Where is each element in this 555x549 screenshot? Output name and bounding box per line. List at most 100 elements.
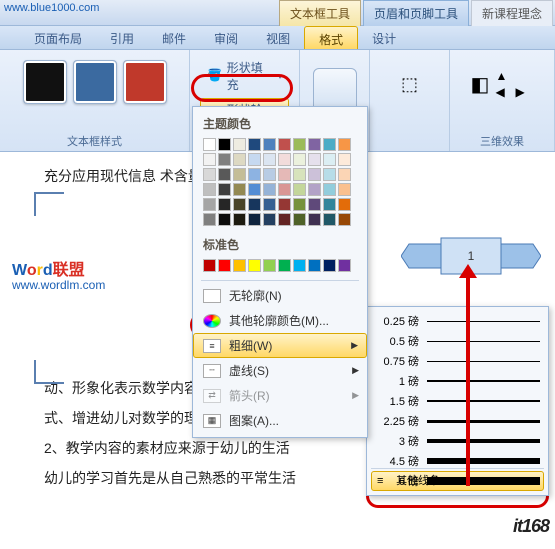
- color-swatch[interactable]: [248, 168, 261, 181]
- color-swatch[interactable]: [323, 153, 336, 166]
- color-swatch[interactable]: [203, 213, 216, 226]
- color-swatch[interactable]: [263, 138, 276, 151]
- weight-option[interactable]: 0.25 磅: [371, 311, 544, 331]
- color-swatch[interactable]: [263, 259, 276, 272]
- menu-no-outline[interactable]: 无轮廓(N): [193, 283, 367, 308]
- color-swatch[interactable]: [218, 183, 231, 196]
- color-swatch[interactable]: [338, 168, 351, 181]
- color-swatch[interactable]: [248, 183, 261, 196]
- color-swatch[interactable]: [293, 138, 306, 151]
- color-swatch[interactable]: [263, 183, 276, 196]
- color-swatch[interactable]: [233, 213, 246, 226]
- color-swatch[interactable]: [233, 168, 246, 181]
- ctx-tab-course[interactable]: 新课程理念: [471, 0, 553, 26]
- color-swatch[interactable]: [323, 168, 336, 181]
- color-swatch[interactable]: [248, 213, 261, 226]
- color-swatch[interactable]: [218, 259, 231, 272]
- menu-pattern[interactable]: ▦图案(A)...: [193, 408, 367, 433]
- color-swatch[interactable]: [278, 198, 291, 211]
- tab-references[interactable]: 引用: [96, 26, 148, 49]
- color-swatch[interactable]: [278, 153, 291, 166]
- color-swatch[interactable]: [338, 138, 351, 151]
- tab-view[interactable]: 视图: [252, 26, 304, 49]
- color-swatch[interactable]: [203, 259, 216, 272]
- tab-review[interactable]: 审阅: [200, 26, 252, 49]
- color-swatch[interactable]: [263, 168, 276, 181]
- color-swatch[interactable]: [293, 168, 306, 181]
- ctx-tab-textbox-tools[interactable]: 文本框工具: [279, 0, 361, 26]
- menu-dashes[interactable]: ┄虚线(S)▶: [193, 358, 367, 383]
- color-swatch[interactable]: [293, 259, 306, 272]
- menu-weight[interactable]: ≡粗细(W)▶: [193, 333, 367, 358]
- weight-option[interactable]: 2.25 磅: [371, 411, 544, 431]
- menu-more-outline-colors[interactable]: 其他轮廓颜色(M)...: [193, 308, 367, 333]
- color-swatch[interactable]: [338, 153, 351, 166]
- color-swatch[interactable]: [323, 198, 336, 211]
- textbox-handle[interactable]: [34, 192, 64, 216]
- color-swatch[interactable]: [278, 183, 291, 196]
- color-swatch[interactable]: [203, 138, 216, 151]
- color-swatch[interactable]: [278, 168, 291, 181]
- rotate-right-icon[interactable]: ▶: [515, 85, 533, 99]
- color-swatch[interactable]: [293, 213, 306, 226]
- ctx-tab-header-footer-tools[interactable]: 页眉和页脚工具: [363, 0, 469, 26]
- tab-page-layout[interactable]: 页面布局: [20, 26, 96, 49]
- textbox-handle[interactable]: [34, 360, 64, 384]
- color-swatch[interactable]: [263, 198, 276, 211]
- color-swatch[interactable]: [263, 213, 276, 226]
- style-swatch-blue[interactable]: [73, 60, 117, 104]
- color-swatch[interactable]: [308, 213, 321, 226]
- rotate-up-icon[interactable]: ▲: [495, 69, 513, 83]
- color-swatch[interactable]: [338, 213, 351, 226]
- color-swatch[interactable]: [308, 259, 321, 272]
- color-swatch[interactable]: [308, 183, 321, 196]
- color-swatch[interactable]: [218, 168, 231, 181]
- color-swatch[interactable]: [218, 213, 231, 226]
- color-swatch[interactable]: [308, 198, 321, 211]
- menu-arrows[interactable]: ⇄箭头(R)▶: [193, 383, 367, 408]
- weight-option[interactable]: 1 磅: [371, 371, 544, 391]
- color-swatch[interactable]: [293, 198, 306, 211]
- color-swatch[interactable]: [338, 198, 351, 211]
- style-gallery[interactable]: [19, 54, 171, 110]
- color-swatch[interactable]: [278, 213, 291, 226]
- color-swatch[interactable]: [203, 168, 216, 181]
- color-swatch[interactable]: [203, 198, 216, 211]
- weight-option[interactable]: 0.75 磅: [371, 351, 544, 371]
- color-swatch[interactable]: [233, 183, 246, 196]
- tab-format[interactable]: 格式: [304, 26, 358, 49]
- color-swatch[interactable]: [203, 183, 216, 196]
- color-swatch[interactable]: [248, 259, 261, 272]
- color-swatch[interactable]: [323, 259, 336, 272]
- color-swatch[interactable]: [308, 168, 321, 181]
- color-swatch[interactable]: [203, 153, 216, 166]
- color-swatch[interactable]: [338, 259, 351, 272]
- color-swatch[interactable]: [323, 213, 336, 226]
- weight-option[interactable]: 3 磅: [371, 431, 544, 451]
- color-swatch[interactable]: [278, 259, 291, 272]
- color-swatch[interactable]: [248, 153, 261, 166]
- color-swatch[interactable]: [308, 153, 321, 166]
- style-swatch-black[interactable]: [23, 60, 67, 104]
- weight-option[interactable]: 1.5 磅: [371, 391, 544, 411]
- color-swatch[interactable]: [248, 198, 261, 211]
- color-swatch[interactable]: [308, 138, 321, 151]
- color-swatch[interactable]: [233, 138, 246, 151]
- color-swatch[interactable]: [233, 259, 246, 272]
- color-swatch[interactable]: [248, 138, 261, 151]
- color-swatch[interactable]: [293, 153, 306, 166]
- color-swatch[interactable]: [293, 183, 306, 196]
- threed-effects-icon[interactable]: ◧: [471, 72, 490, 97]
- color-swatch[interactable]: [233, 198, 246, 211]
- shape-fill-button[interactable]: 🪣 形状填充 ▾: [200, 56, 289, 96]
- menu-more-lines[interactable]: ≡ 其他线条: [371, 468, 544, 491]
- color-swatch[interactable]: [218, 198, 231, 211]
- weight-option[interactable]: 0.5 磅: [371, 331, 544, 351]
- color-swatch[interactable]: [278, 138, 291, 151]
- tab-mailings[interactable]: 邮件: [148, 26, 200, 49]
- color-swatch[interactable]: [338, 183, 351, 196]
- rotate-left-icon[interactable]: ◀: [495, 85, 513, 99]
- color-swatch[interactable]: [263, 153, 276, 166]
- color-swatch[interactable]: [218, 153, 231, 166]
- tab-design[interactable]: 设计: [358, 26, 410, 49]
